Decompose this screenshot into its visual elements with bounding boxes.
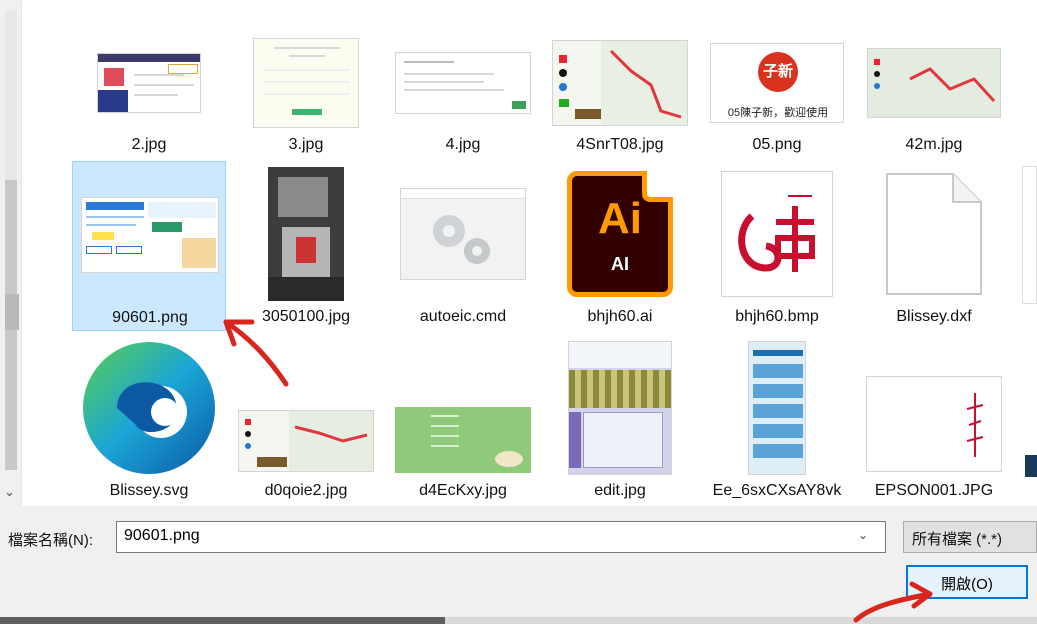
file-thumbnail: Ai AI [543,167,697,301]
horizontal-scrollbar[interactable] [0,617,1037,624]
file-thumbnail [700,167,854,301]
file-thumbnail [72,338,226,478]
file-tile-05png[interactable]: 子新 05陳子新，歡迎使用 05.png [700,36,854,160]
filename-label: 檔案名稱(N): [8,532,93,549]
generic-file-icon [886,173,982,295]
gears-icon [433,215,490,264]
file-name: bhjh60.ai [587,308,653,325]
scroll-down-icon[interactable]: ⌄ [4,484,15,500]
file-thumbnail [229,36,383,130]
file-thumbnail [229,408,383,474]
file-name: 90601.png [112,309,188,326]
file-thumbnail [857,167,1011,301]
file-name: 4SnrT08.jpg [576,136,664,153]
navigation-scrollbar[interactable]: ⌄ [0,0,22,506]
file-name: EPSON001.JPG [874,482,994,499]
scrollbar-thumb-active[interactable] [5,294,19,330]
file-thumbnail [386,167,540,301]
file-tile-2jpg[interactable]: 2.jpg [72,36,226,160]
file-tile-4snrt08[interactable]: 4SnrT08.jpg [543,36,697,160]
file-thumbnail [543,338,697,478]
file-name: d4EcKxy.jpg [419,482,507,499]
file-thumbnail [543,36,697,130]
file-thumbnail: 子新 05陳子新，歡迎使用 [700,36,854,130]
file-open-dialog: ⌄ 2.jpg 3.jpg 4.jpg 4SnrT08.jpg 子新 05陳子新… [0,0,1037,624]
file-name: 2.jpg [131,136,167,153]
file-name: d0qoie2.jpg [264,482,348,499]
file-type-filter[interactable]: 所有檔案 (*.*) [903,521,1037,553]
file-tile-bhjh60ai[interactable]: Ai AI bhjh60.ai [543,161,697,331]
file-thumbnail [386,36,540,130]
file-tile-42mjpg[interactable]: 42m.jpg [857,36,1011,160]
school-logo-icon [738,195,815,272]
thumbnail-caption: 05陳子新，歡迎使用 [727,107,829,119]
file-name: bhjh60.bmp [735,308,819,325]
file-thumbnail [857,36,1011,130]
open-button[interactable]: 開啟(O) [906,565,1028,599]
file-thumbnail [386,404,540,476]
file-name: 3.jpg [288,136,324,153]
file-name: 05.png [752,136,802,153]
filename-input[interactable]: 90601.png [116,521,886,553]
scrollbar-thumb[interactable] [0,617,445,624]
partial-tile-edge [1025,455,1037,477]
edge-browser-icon [83,342,215,474]
file-name: Ee_6sxCXsAY8vk [712,482,842,499]
file-name: autoeic.cmd [419,308,507,325]
chevron-down-icon[interactable]: ⌄ [858,528,868,542]
file-tile-d0qoie2[interactable]: d0qoie2.jpg [229,338,383,504]
file-name: Blissey.dxf [896,308,972,325]
file-tile-ee6sxcx[interactable]: Ee_6sxCXsAY8vk [700,338,854,504]
file-tile-3jpg[interactable]: 3.jpg [229,36,383,160]
file-tile-d4eckxy[interactable]: d4EcKxy.jpg [386,338,540,504]
file-thumbnail [700,338,854,478]
illustrator-file-icon: Ai AI [567,171,673,297]
file-list-pane[interactable]: ⌄ 2.jpg 3.jpg 4.jpg 4SnrT08.jpg 子新 05陳子新… [0,0,1037,506]
file-name: 42m.jpg [905,136,963,153]
file-name: edit.jpg [594,482,646,499]
file-name: 4.jpg [445,136,481,153]
file-tile-bhjh60bmp[interactable]: bhjh60.bmp [700,161,854,331]
file-tile-epson001[interactable]: EPSON001.JPG [857,338,1011,504]
file-tile-blisseysvg[interactable]: Blissey.svg [72,338,226,504]
file-name: Blissey.svg [109,482,189,499]
file-thumbnail [229,167,383,301]
file-tile-editjpg[interactable]: edit.jpg [543,338,697,504]
file-tile-autoeic[interactable]: autoeic.cmd [386,161,540,331]
file-thumbnail [73,168,227,302]
file-tile-90601png[interactable]: 90601.png [72,161,226,331]
file-name: 3050100.jpg [261,308,351,325]
file-thumbnail [72,36,226,130]
file-thumbnail [857,376,1011,472]
partial-tile-edge [1022,166,1037,304]
file-tile-blisseydxf[interactable]: Blissey.dxf [857,161,1011,331]
file-tile-3050100[interactable]: 3050100.jpg [229,161,383,331]
calligraphy-mark [966,393,984,457]
file-tile-4jpg[interactable]: 4.jpg [386,36,540,160]
logo-text: 子新 [758,52,798,92]
